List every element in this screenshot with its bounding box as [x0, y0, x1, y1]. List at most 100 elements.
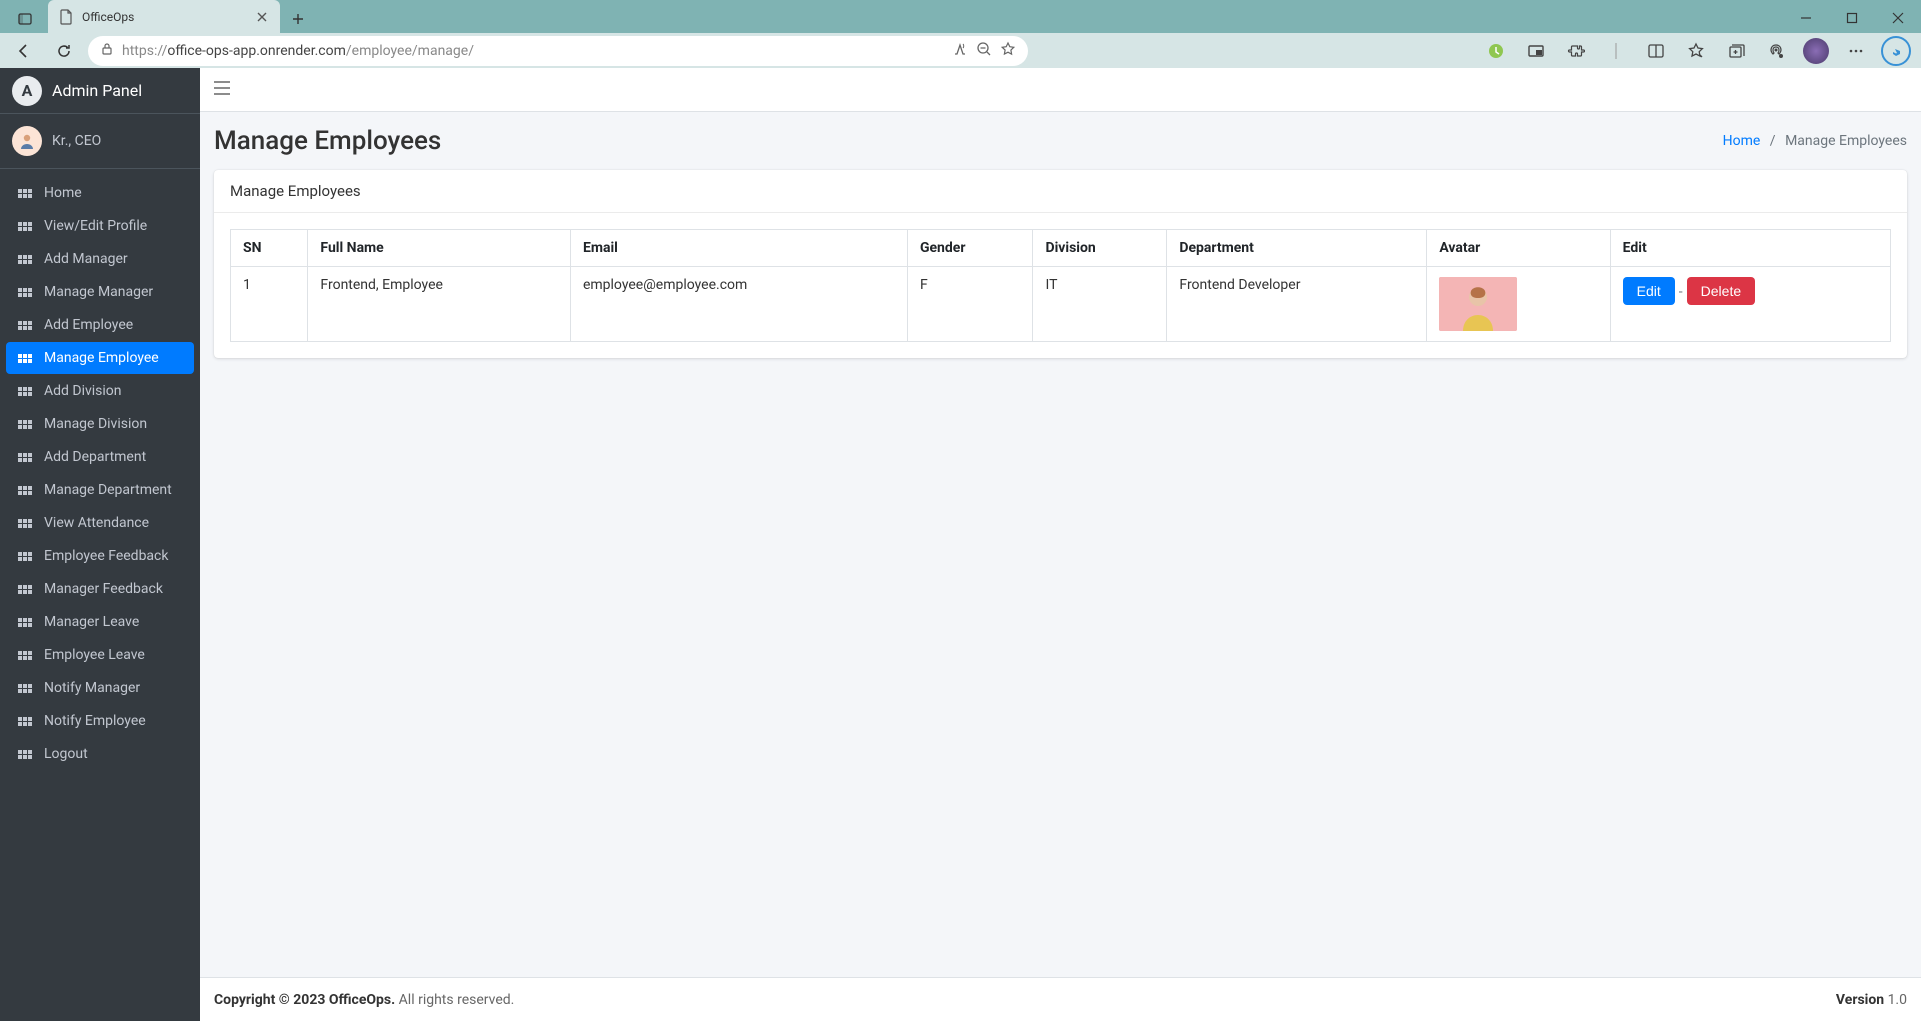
app: A Admin Panel Kr., CEO Home View/Edit Pro…: [0, 68, 1921, 1021]
sidebar-item-label: Employee Leave: [44, 647, 145, 663]
sidebar-item-add-employee[interactable]: Add Employee: [6, 309, 194, 341]
refresh-button[interactable]: [48, 35, 80, 67]
content-header: Manage Employees Home / Manage Employees: [200, 112, 1921, 170]
sidebar-item-manage-manager[interactable]: Manage Manager: [6, 276, 194, 308]
sidebar-item-notify-manager[interactable]: Notify Manager: [6, 672, 194, 704]
site-info-icon[interactable]: [100, 42, 114, 60]
sidebar-item-label: Home: [44, 185, 82, 201]
grid-icon: [16, 420, 34, 429]
maximize-button[interactable]: [1829, 3, 1875, 33]
card-body: SNFull NameEmailGenderDivisionDepartment…: [214, 213, 1907, 358]
breadcrumb-separator: /: [1770, 133, 1776, 149]
sidebar-item-label: Employee Feedback: [44, 548, 168, 564]
table-cell: 1: [231, 267, 308, 342]
sidebar-item-label: Manage Manager: [44, 284, 153, 300]
sidebar-item-label: Manager Feedback: [44, 581, 163, 597]
brand-title: Admin Panel: [52, 81, 142, 100]
sidebar-item-view-edit-profile[interactable]: View/Edit Profile: [6, 210, 194, 242]
sidebar-item-add-department[interactable]: Add Department: [6, 441, 194, 473]
sidebar-item-logout[interactable]: Logout: [6, 738, 194, 770]
toolbar-icons: [1479, 35, 1913, 67]
grid-icon: [16, 519, 34, 528]
sidebar-item-label: Manage Department: [44, 482, 172, 498]
table-header-cell: Division: [1033, 230, 1167, 267]
user-name: Kr., CEO: [52, 133, 101, 149]
collections-icon[interactable]: [1719, 35, 1753, 67]
footer-copyright: Copyright © 2023 OfficeOps. All rights r…: [214, 992, 1836, 1008]
back-button[interactable]: [8, 35, 40, 67]
sidebar-item-manager-leave[interactable]: Manager Leave: [6, 606, 194, 638]
sidebar-brand[interactable]: A Admin Panel: [0, 68, 200, 114]
sidebar-item-add-division[interactable]: Add Division: [6, 375, 194, 407]
sidebar-item-label: Add Division: [44, 383, 122, 399]
extensions-icon[interactable]: [1559, 35, 1593, 67]
delete-button[interactable]: Delete: [1687, 277, 1755, 305]
page-title: Manage Employees: [214, 126, 441, 156]
zoom-out-icon[interactable]: [976, 41, 992, 61]
tab-bar: OfficeOps: [0, 0, 1921, 33]
sidebar-item-label: Logout: [44, 746, 88, 762]
edit-button[interactable]: Edit: [1623, 277, 1675, 305]
url-input[interactable]: https://office-ops-app.onrender.com/empl…: [88, 36, 1028, 66]
minimize-button[interactable]: [1783, 3, 1829, 33]
sidebar-item-label: Add Department: [44, 449, 146, 465]
topbar: [200, 68, 1921, 112]
browser-tab-active[interactable]: OfficeOps: [48, 0, 280, 33]
sidebar-item-label: Add Manager: [44, 251, 128, 267]
footer-version: Version 1.0: [1836, 992, 1907, 1008]
sidebar-item-manage-division[interactable]: Manage Division: [6, 408, 194, 440]
sidebar-item-employee-leave[interactable]: Employee Leave: [6, 639, 194, 671]
table-cell: employee@employee.com: [570, 267, 907, 342]
table-cell: IT: [1033, 267, 1167, 342]
bing-chat-icon[interactable]: [1879, 35, 1913, 67]
sidebar-item-notify-employee[interactable]: Notify Employee: [6, 705, 194, 737]
table-cell: F: [907, 267, 1033, 342]
tab-title: OfficeOps: [82, 10, 246, 24]
grid-icon: [16, 486, 34, 495]
tab-actions-icon[interactable]: [8, 5, 42, 33]
breadcrumb-home-link[interactable]: Home: [1723, 133, 1761, 149]
profile-avatar[interactable]: [1799, 35, 1833, 67]
sidebar-item-add-manager[interactable]: Add Manager: [6, 243, 194, 275]
table-cell: Frontend, Employee: [308, 267, 571, 342]
read-aloud-icon[interactable]: [952, 41, 968, 61]
sidebar-item-home[interactable]: Home: [6, 177, 194, 209]
close-window-button[interactable]: [1875, 3, 1921, 33]
sidebar-item-manager-feedback[interactable]: Manager Feedback: [6, 573, 194, 605]
grid-icon: [16, 684, 34, 693]
hamburger-icon[interactable]: [214, 79, 230, 100]
main: Manage Employees Home / Manage Employees…: [200, 68, 1921, 1021]
sidebar-item-manage-employee[interactable]: Manage Employee: [6, 342, 194, 374]
favorites-bar-icon[interactable]: [1679, 35, 1713, 67]
video-popup-icon[interactable]: [1519, 35, 1553, 67]
split-screen-icon[interactable]: [1639, 35, 1673, 67]
card: Manage Employees SNFull NameEmailGenderD…: [214, 170, 1907, 358]
sidebar-item-view-attendance[interactable]: View Attendance: [6, 507, 194, 539]
brand-logo-icon: A: [12, 76, 42, 106]
sidebar-item-manage-department[interactable]: Manage Department: [6, 474, 194, 506]
sidebar-nav: Home View/Edit Profile Add Manager Manage M…: [0, 169, 200, 779]
action-separator: -: [1679, 284, 1683, 300]
grid-icon: [16, 453, 34, 462]
performance-icon[interactable]: [1759, 35, 1793, 67]
user-avatar-icon: [12, 126, 42, 156]
new-tab-button[interactable]: [284, 5, 312, 33]
sidebar: A Admin Panel Kr., CEO Home View/Edit Pro…: [0, 68, 200, 1021]
grid-icon: [16, 552, 34, 561]
close-tab-icon[interactable]: [254, 9, 270, 25]
more-icon[interactable]: [1839, 35, 1873, 67]
table-cell-avatar: [1427, 267, 1610, 342]
sidebar-item-employee-feedback[interactable]: Employee Feedback: [6, 540, 194, 572]
grid-icon: [16, 651, 34, 660]
idm-icon[interactable]: [1479, 35, 1513, 67]
table-row: 1Frontend, Employeeemployee@employee.com…: [231, 267, 1891, 342]
sidebar-user[interactable]: Kr., CEO: [0, 114, 200, 169]
avatar-image: [1439, 277, 1517, 331]
breadcrumb: Home / Manage Employees: [1723, 133, 1907, 149]
favorite-icon[interactable]: [1000, 41, 1016, 61]
sidebar-item-label: Manager Leave: [44, 614, 139, 630]
grid-icon: [16, 321, 34, 330]
table-body: 1Frontend, Employeeemployee@employee.com…: [231, 267, 1891, 342]
browser-chrome: OfficeOps https://office-ops-app.onrende…: [0, 0, 1921, 68]
table-header-cell: Department: [1167, 230, 1427, 267]
